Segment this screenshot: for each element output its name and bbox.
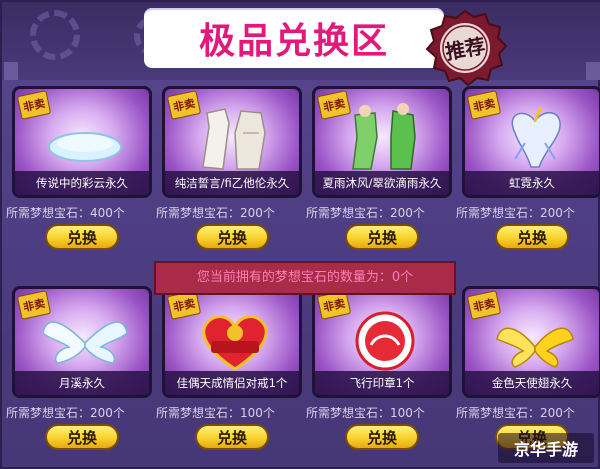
item-name: 月溪永久 — [15, 371, 149, 395]
item-name: 金色天使翅永久 — [465, 371, 599, 395]
item-name: 佳偶天成情侣对戒1个 — [165, 371, 299, 395]
white-outfit-icon — [202, 108, 266, 170]
item-thumbnail[interactable]: 非卖 传说中的彩云永久 — [12, 86, 152, 198]
item-price: 所需梦想宝石：100个 — [306, 406, 425, 420]
item-thumbnail[interactable]: 非卖 金色天使翅永久 — [462, 286, 600, 398]
frame-notch — [4, 62, 18, 80]
page-title: 极品兑换区 — [198, 21, 389, 62]
item-name: 夏雨沐风/翠欲滴雨永久 — [315, 171, 449, 195]
title-banner: 极品兑换区 — [144, 8, 444, 68]
item-price: 所需梦想宝石：400个 — [6, 206, 125, 220]
unicorn-icon — [511, 106, 561, 168]
exchange-button[interactable]: 兑换 — [195, 424, 269, 450]
item-thumbnail[interactable]: 非卖 月溪永久 — [12, 286, 152, 398]
item-name: 虹霓永久 — [465, 171, 599, 195]
exchange-button[interactable]: 兑换 — [195, 224, 269, 250]
item-price: 所需梦想宝石：200个 — [156, 206, 275, 220]
item-price: 所需梦想宝石：200个 — [456, 406, 575, 420]
gold-wings-icon — [496, 327, 574, 368]
gear-ornament-icon — [30, 10, 80, 60]
item-thumbnail[interactable]: 非卖 佳偶天成情侣对戒1个 — [162, 286, 302, 398]
green-outfit-icon — [352, 103, 416, 170]
exchange-button[interactable]: 兑换 — [345, 424, 419, 450]
item-price: 所需梦想宝石：200个 — [306, 206, 425, 220]
watermark-logo: 京华手游 — [498, 433, 594, 463]
exchange-button[interactable]: 兑换 — [45, 224, 119, 250]
cloud-icon — [48, 132, 122, 162]
item-thumbnail[interactable]: 非卖 夏雨沐风/翠欲滴雨永久 — [312, 86, 452, 198]
item-thumbnail[interactable]: 非卖 纯洁誓言/fi乙他伦永久 — [162, 86, 302, 198]
item-price: 所需梦想宝石：200个 — [456, 206, 575, 220]
item-name: 传说中的彩云永久 — [15, 171, 149, 195]
exchange-button[interactable]: 兑换 — [45, 424, 119, 450]
item-name: 飞行印章1个 — [315, 371, 449, 395]
header-bar: 极品兑换区 推荐 — [2, 2, 600, 86]
fly-stamp-icon — [355, 311, 415, 371]
frame-notch — [586, 62, 600, 80]
item-price: 所需梦想宝石：100个 — [156, 406, 275, 420]
love-heart-icon — [202, 315, 268, 371]
exchange-button[interactable]: 兑换 — [345, 224, 419, 250]
white-wings-icon — [42, 321, 128, 364]
exchange-button[interactable]: 兑换 — [495, 224, 569, 250]
exchange-panel: 极品兑换区 推荐 非卖 传说中的彩云永久 所需梦想宝石：400个 兑换 非卖 纯… — [0, 0, 600, 469]
item-thumbnail[interactable]: 非卖 飞行印章1个 — [312, 286, 452, 398]
gem-count-notice: 您当前拥有的梦想宝石的数量为：0个 — [154, 261, 456, 295]
item-name: 纯洁誓言/fi乙他伦永久 — [165, 171, 299, 195]
item-thumbnail[interactable]: 非卖 虹霓永久 — [462, 86, 600, 198]
recommend-seal-icon: 推荐 — [425, 9, 508, 86]
item-price: 所需梦想宝石：200个 — [6, 406, 125, 420]
